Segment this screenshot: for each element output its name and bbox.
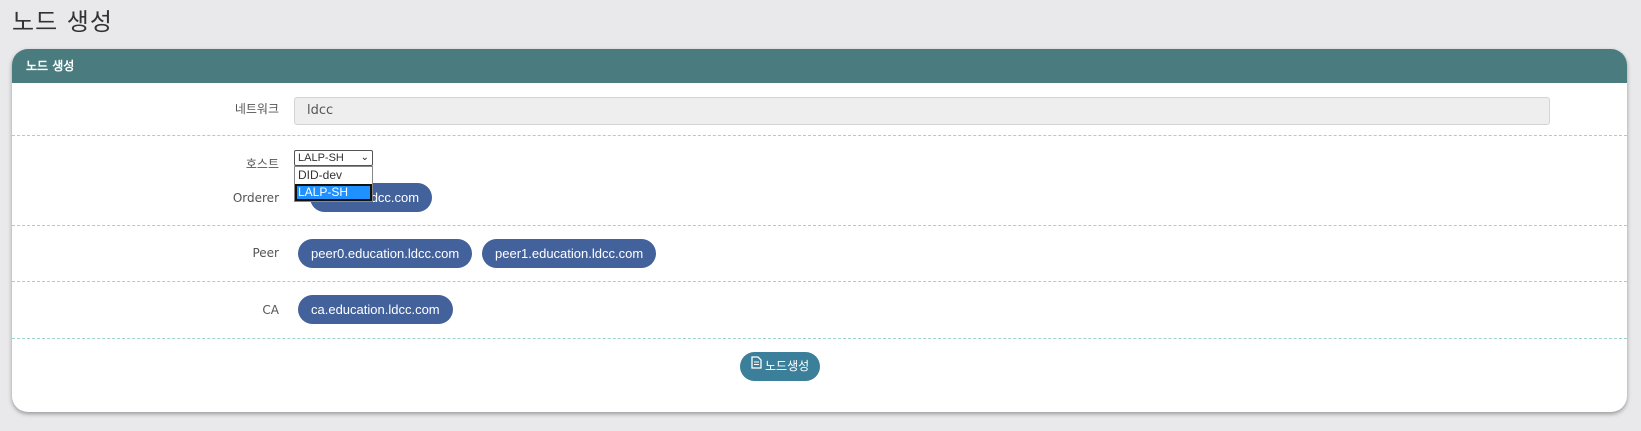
create-node-button-label: 노드생성: [765, 359, 810, 373]
ca-row: CA ca.education.ldcc.com: [12, 282, 1627, 339]
network-row: 네트워크 ldcc: [12, 83, 1627, 136]
host-option-did-dev[interactable]: DID-dev: [295, 167, 372, 184]
network-label: 네트워크: [234, 102, 279, 116]
peer0-node-pill[interactable]: peer0.education.ldcc.com: [298, 239, 473, 268]
host-option-lalp-sh[interactable]: LALP-SH: [295, 184, 372, 201]
ca-label: CA: [262, 303, 279, 317]
card-header: 노드 생성: [12, 49, 1627, 83]
host-dropdown-list: DID-dev LALP-SH: [294, 166, 373, 202]
peer1-node-pill[interactable]: peer1.education.ldcc.com: [482, 239, 657, 268]
host-select-value: LALP-SH: [298, 152, 344, 164]
peer-row: Peer peer0.education.ldcc.com peer1.educ…: [12, 226, 1627, 282]
peer-label: Peer: [252, 246, 279, 260]
ca-node-pill[interactable]: ca.education.ldcc.com: [298, 295, 453, 324]
network-field[interactable]: ldcc: [294, 97, 1550, 125]
host-label: 호스트: [245, 157, 279, 171]
host-select[interactable]: LALP-SH ⌄: [294, 150, 373, 166]
orderer-label: Orderer: [232, 191, 279, 205]
page-title: 노드 생성: [12, 8, 113, 36]
file-icon: [751, 351, 762, 380]
host-orderer-row: 호스트 orderer.ldcc.com Orderer LALP-SH ⌄ D…: [12, 136, 1627, 226]
node-create-card: 노드 생성 네트워크 ldcc 호스트 orderer.ldcc.com Ord…: [12, 49, 1627, 412]
create-node-button[interactable]: 노드생성: [740, 351, 821, 381]
chevron-down-icon: ⌄: [360, 152, 369, 163]
